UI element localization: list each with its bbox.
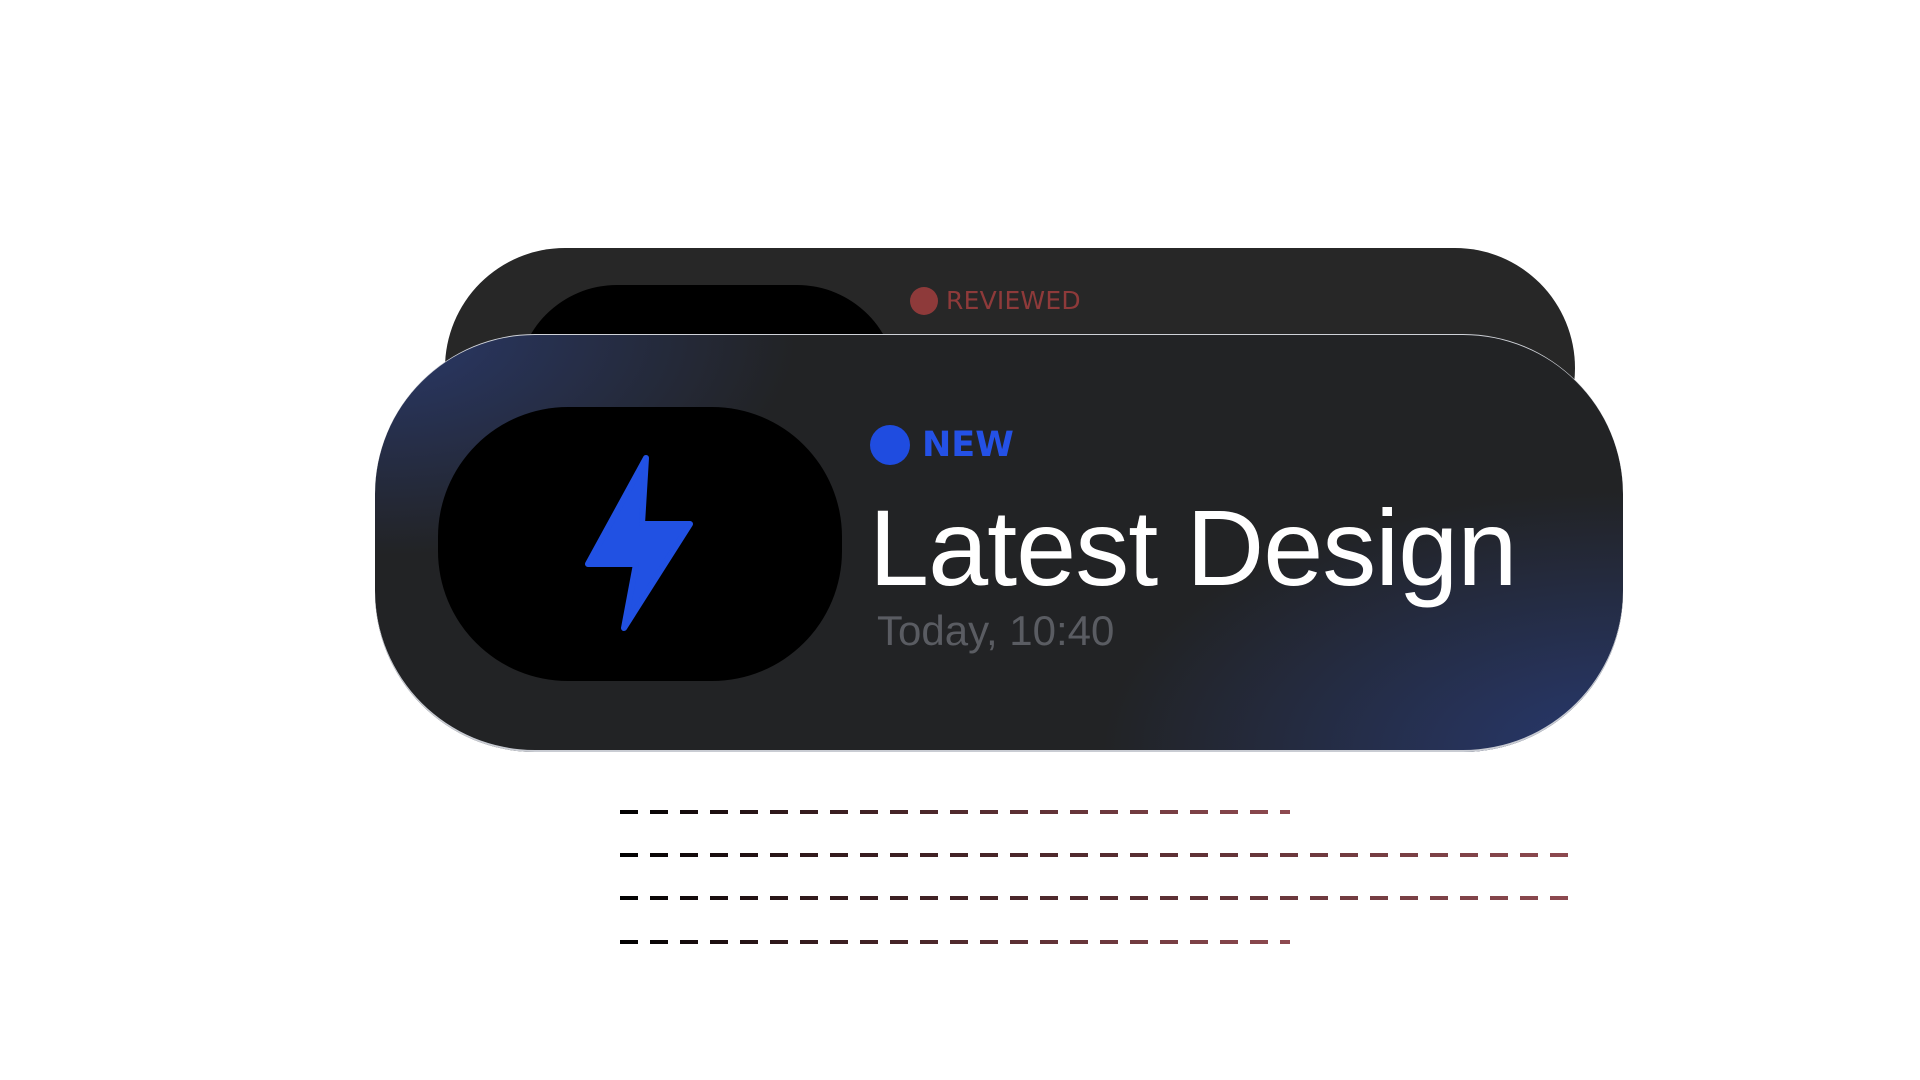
reviewed-badge-label: REVIEWED [946, 286, 1081, 315]
notification-stack-illustration: REVIEWED NEW Latest Design Today, 10:40 [0, 0, 1920, 1080]
new-status-dot [870, 425, 910, 465]
notification-icon-tile [438, 407, 842, 681]
new-badge-label: NEW [922, 425, 1014, 465]
reviewed-badge: REVIEWED [910, 286, 1081, 315]
notification-title: Latest Design [869, 487, 1517, 608]
dashed-trail-line [620, 810, 1290, 814]
reviewed-status-dot [910, 286, 938, 315]
dashed-trail-line [620, 896, 1580, 900]
dashed-trail-line [620, 940, 1290, 944]
new-notification-card[interactable]: NEW Latest Design Today, 10:40 [375, 334, 1623, 752]
lightning-bolt-icon [585, 455, 693, 631]
notification-timestamp: Today, 10:40 [877, 607, 1115, 654]
new-badge: NEW [870, 425, 1014, 465]
dashed-trail-line [620, 853, 1580, 857]
